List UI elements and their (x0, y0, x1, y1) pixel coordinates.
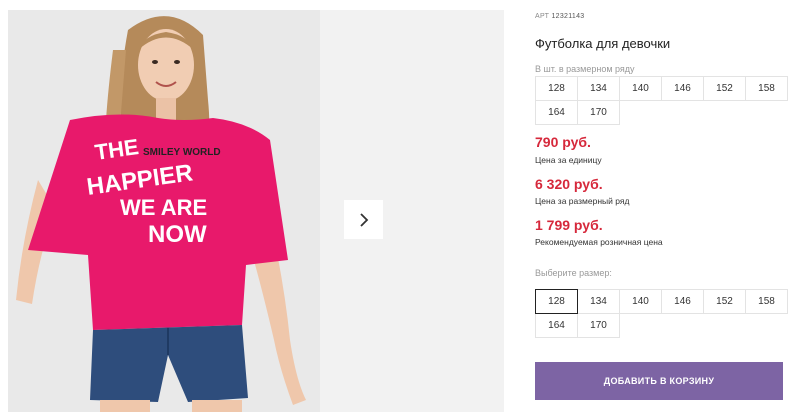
size-option-170[interactable]: 170 (577, 313, 620, 338)
shirt-print: WE ARE (120, 195, 207, 220)
size-row-label: В шт. в размерном ряду (535, 64, 635, 74)
unit-price-label: Цена за единицу (535, 155, 602, 165)
size-row-cell: 158 (745, 76, 788, 101)
row-price: 6 320 руб. (535, 176, 603, 192)
size-row-cell: 140 (619, 76, 662, 101)
product-title: Футболка для девочки (535, 36, 671, 51)
size-option-152[interactable]: 152 (703, 289, 746, 314)
retail-price: 1 799 руб. (535, 217, 603, 233)
size-option-128[interactable]: 128 (535, 289, 578, 314)
article-label: АРТ (535, 13, 550, 20)
size-row-cell: 164 (535, 100, 578, 125)
size-row-cell: 134 (577, 76, 620, 101)
product-image[interactable]: THE HAPPIER SMILEY WORLD WE ARE NOW (8, 10, 320, 412)
size-option-164[interactable]: 164 (535, 313, 578, 338)
add-to-cart-button[interactable]: ДОБАВИТЬ В КОРЗИНУ (535, 362, 783, 400)
size-select-grid: 128 134 140 146 152 158 164 170 (535, 289, 788, 338)
size-row-cell: 152 (703, 76, 746, 101)
product-photo: THE HAPPIER SMILEY WORLD WE ARE NOW (8, 10, 320, 412)
article-number: АРТ 12321143 (535, 13, 584, 20)
unit-price: 790 руб. (535, 134, 591, 150)
row-price-label: Цена за размерный ряд (535, 196, 630, 206)
product-page: THE HAPPIER SMILEY WORLD WE ARE NOW АРТ … (0, 0, 800, 412)
size-option-158[interactable]: 158 (745, 289, 788, 314)
choose-size-label: Выберите размер: (535, 268, 612, 278)
size-row-cell: 170 (577, 100, 620, 125)
size-option-140[interactable]: 140 (619, 289, 662, 314)
size-row-grid: 128 134 140 146 152 158 164 170 (535, 76, 788, 125)
size-row-cell: 128 (535, 76, 578, 101)
retail-price-label: Рекомендуемая розничная цена (535, 237, 663, 247)
shirt-print: SMILEY WORLD (143, 147, 221, 158)
size-row-cell: 146 (661, 76, 704, 101)
size-option-134[interactable]: 134 (577, 289, 620, 314)
shirt-print: NOW (148, 221, 207, 248)
size-option-146[interactable]: 146 (661, 289, 704, 314)
article-value: 12321143 (551, 13, 585, 20)
gallery-next-button[interactable] (344, 200, 383, 239)
chevron-right-icon (359, 212, 368, 227)
